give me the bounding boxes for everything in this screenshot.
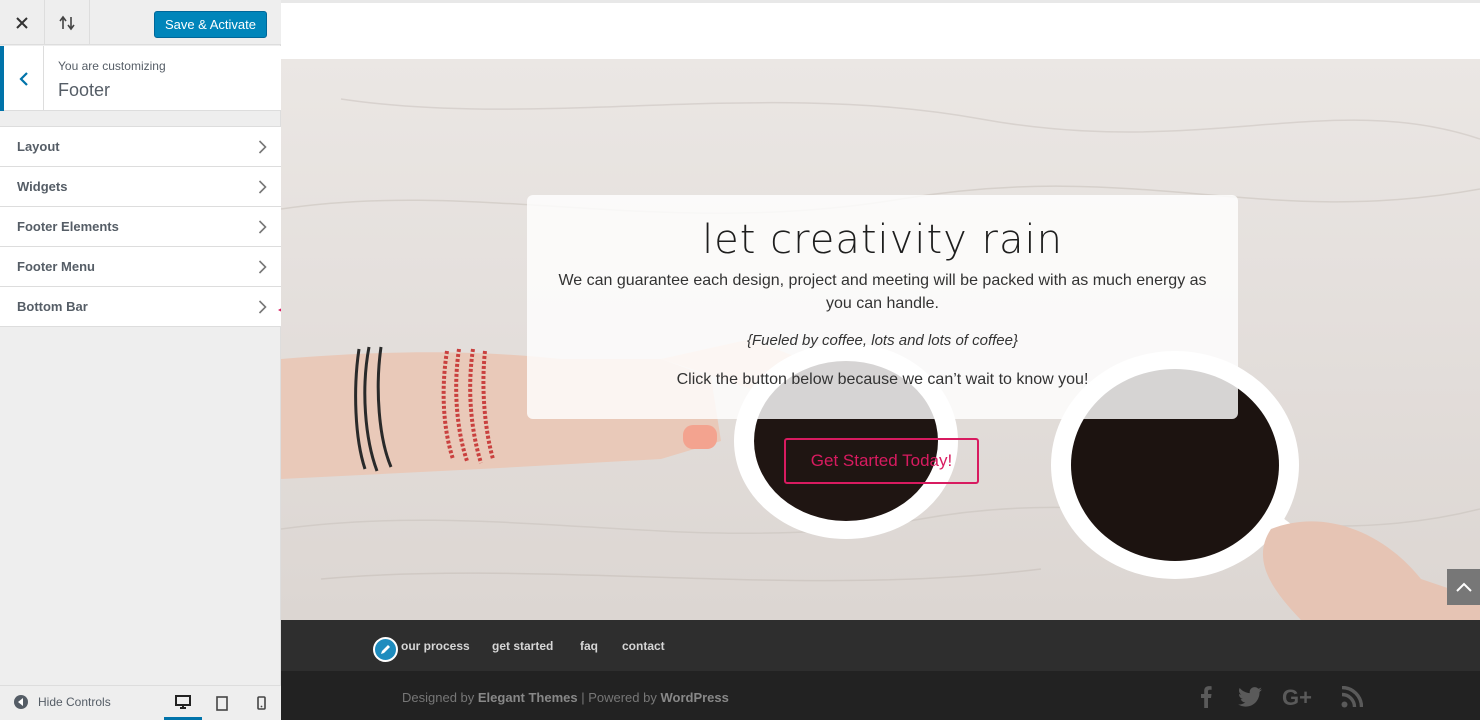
footer-link-contact[interactable]: contact <box>622 639 665 653</box>
hide-controls-button[interactable]: Hide Controls <box>14 695 111 709</box>
pencil-icon <box>381 645 390 654</box>
footer-credits: Designed by Elegant Themes | Powered by … <box>402 690 729 705</box>
credits-platform-link[interactable]: WordPress <box>660 690 728 705</box>
menu-item-label: Widgets <box>17 179 68 194</box>
hero-prompt: Click the button below because we can’t … <box>676 371 1089 388</box>
credits-prefix: Designed by <box>402 690 478 705</box>
twitter-icon[interactable] <box>1236 684 1264 710</box>
google-plus-icon[interactable]: G+ <box>1281 684 1321 710</box>
customizing-info: You are customizing Footer <box>0 46 281 111</box>
svg-text:G+: G+ <box>1282 686 1312 708</box>
preview-tablet-button[interactable] <box>203 686 241 720</box>
chevron-up-icon <box>1455 582 1472 592</box>
credits-theme-link[interactable]: Elegant Themes <box>478 690 578 705</box>
collapse-icon <box>14 695 28 709</box>
hide-controls-label: Hide Controls <box>38 695 111 709</box>
hero-content-card: let creativity rain We can guarantee eac… <box>527 195 1238 419</box>
site-preview: let creativity rain We can guarantee eac… <box>281 0 1480 720</box>
preview-top-border <box>281 0 1480 3</box>
hero-title: let creativity rain <box>702 217 1063 263</box>
chevron-right-icon <box>258 220 267 234</box>
menu-item-label: Footer Menu <box>17 259 95 274</box>
chevron-right-icon <box>258 180 267 194</box>
menu-item-label: Footer Elements <box>17 219 119 234</box>
desktop-icon <box>175 694 191 709</box>
hero-tagline: {Fueled by coffee, lots and lots of coff… <box>746 332 1018 349</box>
customizer-header: Save & Activate <box>0 0 281 45</box>
facebook-icon[interactable] <box>1195 684 1217 710</box>
tablet-icon <box>216 695 228 711</box>
section-title: Footer <box>58 80 111 100</box>
chevron-right-icon <box>258 300 267 314</box>
customizer-footer-controls: Hide Controls <box>0 685 281 720</box>
footer-link-faq[interactable]: faq <box>580 639 598 653</box>
section-menu: Layout Widgets Footer Elements Footer Me… <box>0 126 281 327</box>
menu-item-label: Bottom Bar <box>17 299 88 314</box>
menu-item-label: Layout <box>17 139 60 154</box>
menu-item-footer-elements[interactable]: Footer Elements <box>0 207 281 247</box>
menu-item-widgets[interactable]: Widgets <box>0 167 281 207</box>
save-activate-button[interactable]: Save & Activate <box>153 11 267 38</box>
preview-desktop-button[interactable] <box>164 686 202 720</box>
edit-shortcut-button[interactable] <box>373 637 398 662</box>
hero-paragraph: We can guarantee each design, project an… <box>558 272 1207 312</box>
credits-separator: | Powered by <box>577 690 661 705</box>
preview-mobile-button[interactable] <box>242 686 280 720</box>
chevron-right-icon <box>258 140 267 154</box>
back-button[interactable] <box>0 46 44 111</box>
scroll-to-top-button[interactable] <box>1447 569 1480 605</box>
mobile-icon <box>256 696 266 710</box>
hero-section: let creativity rain We can guarantee eac… <box>281 59 1480 620</box>
chevron-left-icon <box>18 71 28 86</box>
footer-link-get-started[interactable]: get started <box>492 639 553 653</box>
customizing-label: You are customizing <box>58 59 166 73</box>
get-started-button[interactable]: Get Started Today! <box>784 438 979 484</box>
menu-item-footer-menu[interactable]: Footer Menu <box>0 247 281 287</box>
rss-icon[interactable] <box>1339 684 1365 710</box>
menu-item-layout[interactable]: Layout <box>0 126 281 167</box>
menu-item-bottom-bar[interactable]: Bottom Bar <box>0 287 281 327</box>
customizer-sidebar: Save & Activate You are customizing Foot… <box>0 0 281 720</box>
chevron-right-icon <box>258 260 267 274</box>
close-icon[interactable] <box>0 0 45 45</box>
footer-link-our-process[interactable]: our process <box>401 639 470 653</box>
reorder-icon[interactable] <box>45 0 90 45</box>
